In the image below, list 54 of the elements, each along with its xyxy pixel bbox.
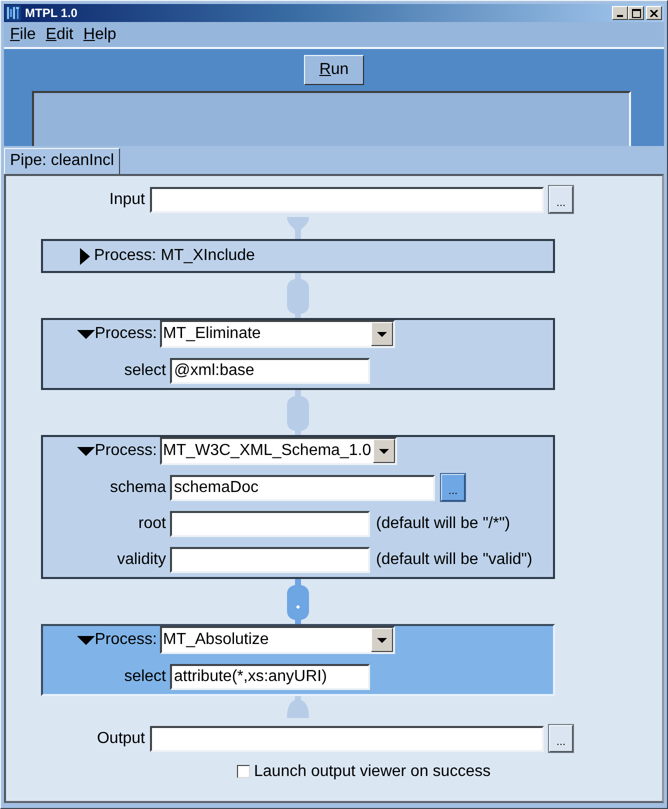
process-panel[interactable]: Process: MT_W3C_XML_Schema_1.0 schema schemaDoc ... root (default will be "/*") validity (default will be "valid") xyxy=(41,435,555,579)
connector-icon xyxy=(287,579,309,624)
connector-icon xyxy=(287,273,309,318)
menu-item[interactable]: Edit xyxy=(46,24,74,44)
triangle-right-icon[interactable] xyxy=(80,248,90,264)
output-field[interactable] xyxy=(150,726,544,752)
input-label: Input xyxy=(108,190,145,210)
process-panel[interactable]: Process: MT_Eliminate select @xml:base xyxy=(41,318,555,390)
param-label: validity xyxy=(116,550,166,570)
minimize-button[interactable] xyxy=(612,6,628,20)
maximize-icon xyxy=(632,8,640,18)
window-title: MTPL 1.0 xyxy=(25,6,78,20)
default-hint: (default will be "valid") xyxy=(376,550,532,570)
caret-icon[interactable] xyxy=(371,628,393,652)
param-field[interactable] xyxy=(170,510,370,536)
process-dropdown[interactable]: MT_W3C_XML_Schema_1.0 xyxy=(160,437,398,465)
param-field[interactable]: attribute(*,xs:anyURI) xyxy=(170,664,370,690)
caret-icon[interactable] xyxy=(371,322,393,346)
menu-item[interactable]: File xyxy=(10,24,36,44)
close-button[interactable] xyxy=(646,6,662,20)
param-field[interactable]: schemaDoc xyxy=(170,474,435,500)
process-label: Process: xyxy=(94,441,157,461)
input-field[interactable] xyxy=(150,186,544,212)
menu-item[interactable]: Help xyxy=(83,24,116,44)
process-label: Process: xyxy=(94,324,157,344)
browse-button[interactable]: ... xyxy=(549,186,573,213)
process-panel[interactable]: Process: MT_Absolutize select attribute(*,xs:anyURI) xyxy=(41,624,555,696)
triangle-down-icon[interactable] xyxy=(76,446,95,456)
param-label: schema xyxy=(108,478,166,498)
process-dropdown[interactable]: MT_Absolutize xyxy=(160,626,395,654)
param-field[interactable]: @xml:base xyxy=(170,358,370,384)
param-label: root xyxy=(137,514,166,534)
param-field[interactable] xyxy=(170,546,370,572)
pipe-tab[interactable]: Pipe: cleanIncl xyxy=(4,148,120,174)
checkbox-label: Launch output viewer on success xyxy=(254,762,491,782)
process-dropdown[interactable]: MT_Eliminate xyxy=(160,320,395,348)
maximize-button[interactable] xyxy=(628,6,644,20)
close-icon xyxy=(650,10,658,16)
run-button[interactable]: Run xyxy=(304,55,364,85)
browse-button[interactable]: ... xyxy=(441,474,465,501)
caret-icon[interactable] xyxy=(373,439,396,463)
param-label: select xyxy=(123,360,166,380)
browse-button[interactable]: ... xyxy=(549,725,573,752)
app-icon xyxy=(5,5,21,21)
connector-icon xyxy=(287,390,309,435)
default-hint: (default will be "/*") xyxy=(376,514,510,534)
checkbox[interactable] xyxy=(237,765,250,778)
triangle-down-icon[interactable] xyxy=(76,330,95,338)
process-label: Process: xyxy=(94,630,157,650)
output-label: Output xyxy=(96,728,145,748)
process-title: Process: MT_XInclude xyxy=(94,246,255,266)
param-label: select xyxy=(123,666,166,686)
triangle-down-icon[interactable] xyxy=(76,636,95,644)
process-panel[interactable]: Process: MT_XInclude xyxy=(41,239,555,273)
